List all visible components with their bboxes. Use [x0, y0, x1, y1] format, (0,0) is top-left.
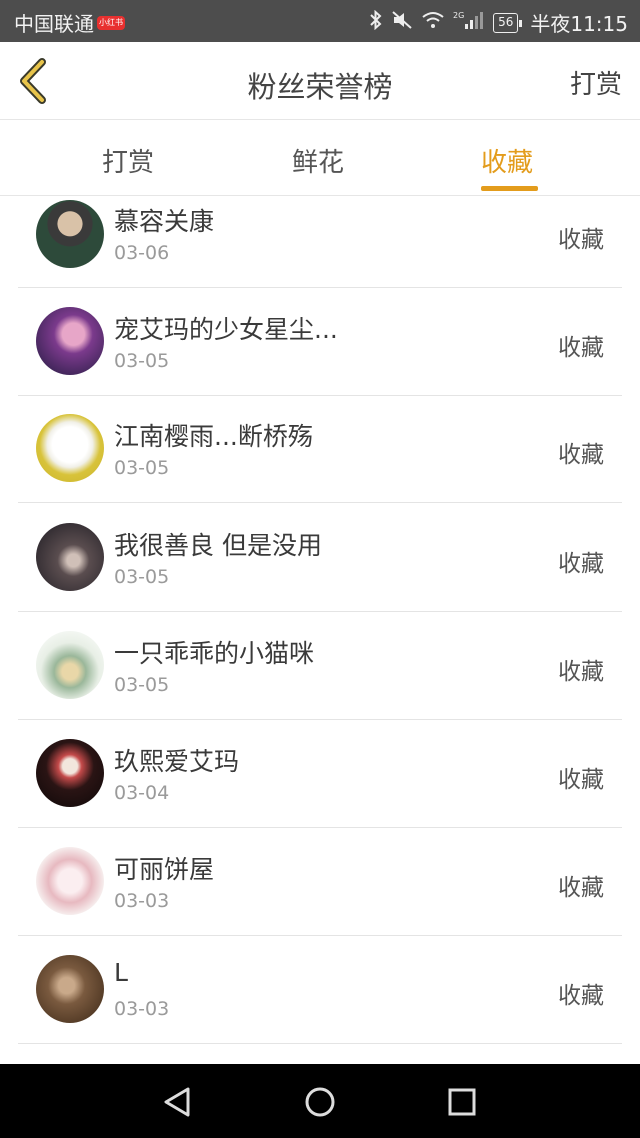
page-title: 粉丝荣誉榜 — [247, 70, 393, 104]
item-action: 收藏 — [558, 442, 604, 468]
item-action: 收藏 — [558, 227, 604, 253]
list-item[interactable]: 一只乖乖的小猫咪 03-05 收藏 — [0, 612, 640, 720]
user-name: 慕容关康 — [114, 207, 215, 236]
item-action: 收藏 — [558, 551, 604, 577]
list-item[interactable]: 我很善良 但是没用 03-05 收藏 — [0, 504, 640, 612]
nav-back-button[interactable] — [158, 1082, 198, 1122]
battery-icon: 56 — [493, 12, 523, 33]
bluetooth-icon — [369, 9, 383, 35]
nav-recents-button[interactable] — [442, 1082, 482, 1122]
user-name: 一只乖乖的小猫咪 — [114, 639, 315, 668]
list-item[interactable]: 可丽饼屋 03-03 收藏 — [0, 828, 640, 936]
network-type: 2G — [453, 11, 464, 20]
list-item[interactable]: 江南樱雨...断桥殇 03-05 收藏 — [0, 395, 640, 503]
status-icons: 2G 56 半夜11:15 — [361, 8, 628, 37]
avatar — [36, 200, 104, 268]
carrier: 中国联通 小红书 — [14, 8, 125, 37]
user-name: 玖熙爱艾玛 — [114, 747, 240, 776]
recents-square-icon — [448, 1088, 476, 1116]
item-date: 03-05 — [114, 457, 170, 479]
user-name: 江南樱雨...断桥殇 — [114, 422, 313, 451]
header: 粉丝荣誉榜 打赏 — [0, 42, 640, 120]
item-date: 03-05 — [114, 674, 170, 696]
user-name: 可丽饼屋 — [114, 855, 215, 884]
fan-list: 慕容关康 03-06 收藏 宠艾玛的少女星尘... 03-05 收藏 江南樱雨.… — [0, 196, 640, 1064]
list-item[interactable]: L 03-03 收藏 — [0, 936, 640, 1044]
carrier-name: 中国联通 — [14, 12, 94, 36]
item-date: 03-03 — [114, 998, 170, 1020]
tab-flowers[interactable]: 鲜花 — [292, 142, 344, 179]
back-triangle-icon — [164, 1087, 190, 1117]
tab-reward[interactable]: 打赏 — [102, 142, 154, 179]
battery-level: 56 — [498, 14, 514, 29]
item-date: 03-04 — [114, 782, 170, 804]
status-bar: 中国联通 小红书 2G 56 半夜11:15 — [0, 0, 640, 42]
avatar — [36, 955, 104, 1023]
item-action: 收藏 — [558, 767, 604, 793]
user-name: 宠艾玛的少女星尘... — [114, 315, 338, 344]
divider — [18, 1043, 622, 1044]
item-action: 收藏 — [558, 335, 604, 361]
avatar — [36, 631, 104, 699]
avatar — [36, 847, 104, 915]
list-item[interactable]: 玖熙爱艾玛 03-04 收藏 — [0, 720, 640, 828]
signal-icon: 2G — [453, 10, 484, 35]
tab-bar: 打赏 鲜花 收藏 — [0, 120, 640, 196]
active-tab-indicator — [481, 186, 538, 191]
list-item[interactable]: 宠艾玛的少女星尘... 03-05 收藏 — [0, 288, 640, 396]
mute-icon — [391, 10, 413, 35]
tab-favorites[interactable]: 收藏 — [481, 142, 533, 179]
avatar — [36, 414, 104, 482]
reward-button[interactable]: 打赏 — [570, 64, 622, 101]
home-circle-icon — [305, 1087, 335, 1117]
user-name: 我很善良 但是没用 — [114, 531, 322, 560]
divider — [18, 502, 622, 503]
item-date: 03-05 — [114, 350, 170, 372]
clock: 半夜11:15 — [530, 12, 628, 36]
avatar — [36, 739, 104, 807]
item-date: 03-03 — [114, 890, 170, 912]
item-date: 03-06 — [114, 242, 170, 264]
avatar — [36, 307, 104, 375]
avatar — [36, 523, 104, 591]
item-action: 收藏 — [558, 659, 604, 685]
wifi-icon — [421, 10, 445, 35]
system-nav-bar — [0, 1064, 640, 1138]
list-item[interactable]: 慕容关康 03-06 收藏 — [0, 196, 640, 288]
nav-home-button[interactable] — [300, 1082, 340, 1122]
item-action: 收藏 — [558, 983, 604, 1009]
item-date: 03-05 — [114, 566, 170, 588]
item-action: 收藏 — [558, 875, 604, 901]
carrier-badge: 小红书 — [97, 15, 125, 30]
user-name: L — [114, 958, 128, 987]
